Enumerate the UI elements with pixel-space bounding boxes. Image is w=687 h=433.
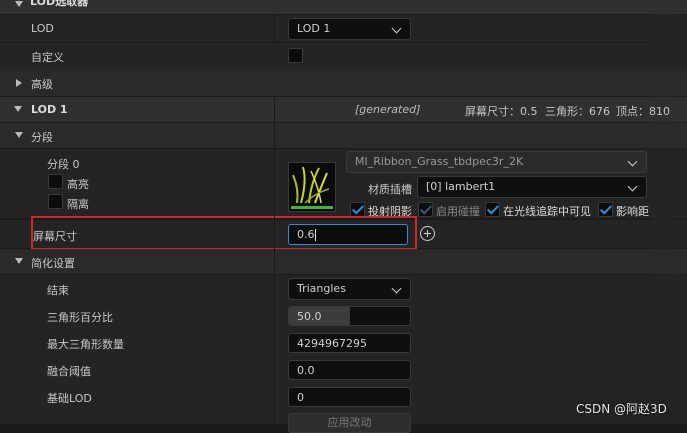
termination-label: 结束: [47, 284, 69, 297]
collapse-arrow-icon: [14, 106, 22, 112]
isolate-checkbox[interactable]: [48, 194, 63, 209]
material-dropdown[interactable]: MI_Ribbon_Grass_tbdpec3r_2K: [346, 151, 647, 173]
advanced-label: 高级: [31, 78, 53, 91]
lod-label: LOD: [31, 22, 54, 35]
slot-dropdown[interactable]: [0] lambert1: [417, 176, 647, 198]
lod-dropdown-value: LOD 1: [297, 22, 331, 35]
collision-checkbox[interactable]: [418, 202, 433, 217]
asset-color-bar: [291, 206, 333, 209]
section0-label: 分段 0: [47, 158, 80, 171]
highlight-label: 高亮: [67, 178, 89, 191]
cast-shadow-checkbox[interactable]: [350, 202, 365, 217]
generated-tag: [generated]: [355, 103, 421, 116]
highlight-annotation-box: [31, 216, 417, 250]
max-tri-value: 4294967295: [297, 337, 367, 350]
material-name: MI_Ribbon_Grass_tbdpec3r_2K: [355, 155, 524, 168]
weld-label: 融合阈值: [47, 365, 91, 378]
weld-input[interactable]: 0.0: [288, 360, 411, 380]
lod1-triangles: 三角形：676: [545, 105, 610, 118]
chevron-down-icon: [391, 283, 402, 294]
lod1-header[interactable]: LOD 1 [generated] 屏幕尺寸：0.5 三角形：676 顶点：81…: [0, 97, 687, 122]
apply-changes-button[interactable]: 应用改动: [288, 413, 411, 433]
slot-label: 材质插槽: [368, 183, 412, 196]
expand-arrow-icon: [16, 79, 22, 87]
custom-label: 自定义: [31, 51, 64, 64]
affect-distance-label: 影响距: [616, 205, 649, 218]
custom-checkbox[interactable]: [288, 48, 303, 63]
material-thumbnail[interactable]: [288, 162, 336, 212]
termination-row: 结束 Triangles: [0, 275, 687, 302]
watermark-text: CSDN @阿赵3D: [576, 402, 667, 416]
raytracing-label: 在光线追踪中可见: [503, 205, 591, 218]
advanced-row[interactable]: 高级: [0, 70, 687, 96]
max-tri-row: 最大三角形数量 4294967295: [0, 329, 687, 356]
lod1-title: LOD 1: [31, 103, 68, 116]
tri-percent-label: 三角形百分比: [47, 311, 113, 324]
tri-percent-row: 三角形百分比 50.0: [0, 302, 687, 329]
max-tri-label: 最大三角形数量: [47, 338, 124, 351]
collision-label: 启用碰撞: [436, 205, 480, 218]
lod-dropdown[interactable]: LOD 1: [288, 18, 411, 40]
max-tri-input[interactable]: 4294967295: [288, 333, 411, 353]
collapse-arrow-icon: [15, 258, 23, 264]
apply-label: 应用改动: [327, 416, 372, 429]
highlight-checkbox[interactable]: [48, 174, 63, 189]
section0-row: 分段 0 高亮 隔离 MI_Ribbon_Grass_tbdpec3r_2K 材…: [0, 149, 687, 218]
isolate-label: 隔离: [67, 198, 89, 211]
chevron-down-icon: [627, 156, 638, 167]
chevron-down-icon: [627, 181, 638, 192]
lod-row: LOD LOD 1: [0, 15, 687, 42]
custom-row: 自定义: [0, 43, 687, 70]
chevron-down-icon: [391, 23, 402, 34]
base-lod-input[interactable]: 0: [288, 387, 411, 407]
reduction-header[interactable]: 简化设置: [0, 249, 687, 274]
section-title: LOD选取器: [30, 0, 89, 8]
affect-distance-checkbox[interactable]: [598, 202, 613, 217]
lod-picker-header[interactable]: LOD选取器: [0, 0, 687, 14]
collapse-arrow-icon: [15, 132, 23, 138]
sections-label: 分段: [31, 131, 53, 144]
base-lod-label: 基础LOD: [47, 392, 92, 405]
weld-row: 融合阈值 0.0: [0, 356, 687, 383]
tri-percent-slider[interactable]: 50.0: [288, 306, 411, 326]
column-divider: [274, 97, 275, 424]
termination-dropdown[interactable]: Triangles: [288, 278, 411, 300]
tri-percent-value: 50.0: [297, 310, 322, 323]
termination-value: Triangles: [297, 282, 346, 295]
sections-header[interactable]: 分段: [0, 123, 687, 148]
reduction-label: 简化设置: [31, 257, 75, 270]
lod1-vertices: 顶点：810: [616, 105, 670, 118]
base-lod-value: 0: [297, 391, 304, 404]
raytracing-checkbox[interactable]: [485, 202, 500, 217]
lod1-screen-size: 屏幕尺寸：0.5: [465, 105, 538, 118]
collapse-arrow-icon: [15, 1, 23, 7]
slot-value: [0] lambert1: [426, 180, 496, 193]
plus-circle-icon[interactable]: [420, 226, 435, 241]
weld-value: 0.0: [297, 364, 315, 377]
grass-texture-icon: [292, 166, 330, 204]
